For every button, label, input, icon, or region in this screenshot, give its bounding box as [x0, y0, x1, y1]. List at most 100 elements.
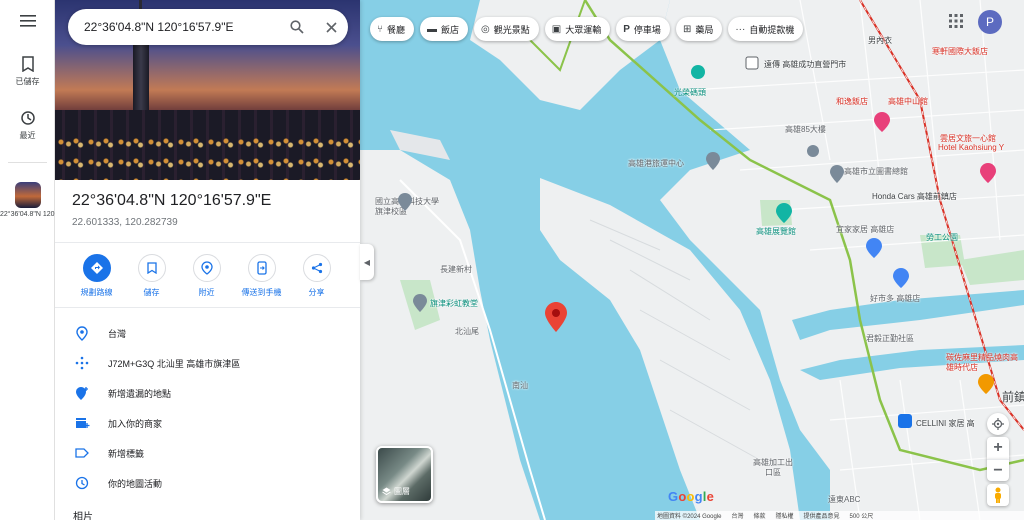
- map-label[interactable]: 高雄展覽館: [756, 226, 796, 237]
- my-location-button[interactable]: [987, 413, 1009, 435]
- hotel-icon: ▬: [427, 23, 438, 35]
- map-label[interactable]: 長建新村: [440, 264, 472, 275]
- rail-divider: [8, 162, 47, 163]
- scale-label[interactable]: 500 公尺: [850, 511, 874, 520]
- place-info-list: 台灣 J72M+G3Q 北汕里 高雄市旗津區 新增遺漏的地點 加入你的商家 新增…: [55, 318, 360, 498]
- search-input[interactable]: 22°36'04.8"N 120°16'57.9"E: [84, 20, 280, 34]
- attraction-icon[interactable]: [690, 64, 706, 80]
- store-icon[interactable]: [745, 56, 759, 70]
- info-row-plus-code[interactable]: J72M+G3Q 北汕里 高雄市旗津區: [55, 348, 360, 378]
- chip-atm[interactable]: ··· 自動提款機: [728, 17, 804, 41]
- restaurant-pin-icon[interactable]: [978, 374, 994, 394]
- search-button[interactable]: [280, 20, 314, 34]
- collapse-panel-button[interactable]: ◀: [360, 244, 374, 280]
- clear-search-button[interactable]: [314, 21, 348, 33]
- map-label[interactable]: 君毅正勤社區: [866, 333, 914, 344]
- camera-icon: ◎: [481, 23, 490, 35]
- search-box[interactable]: 22°36'04.8"N 120°16'57.9"E: [68, 9, 348, 45]
- label-icon: [73, 448, 91, 458]
- map-label[interactable]: 遠東ABC: [828, 494, 860, 505]
- bookmark-icon: [21, 56, 34, 72]
- map-label[interactable]: 寒軒國際大飯店: [932, 46, 988, 57]
- pegman-button[interactable]: [987, 484, 1009, 506]
- map-label[interactable]: 北汕尾: [455, 326, 479, 337]
- place-decimal-coords: 22.601333, 120.282739: [72, 217, 178, 228]
- map-label[interactable]: 勞工公園: [926, 232, 958, 243]
- chip-hotels[interactable]: ▬ 飯店: [420, 17, 469, 41]
- apps-grid-button[interactable]: [949, 14, 963, 33]
- region-link[interactable]: 台灣: [731, 511, 743, 520]
- map-label[interactable]: 和逸飯店: [836, 96, 868, 107]
- feedback-link[interactable]: 提供產品意見: [804, 511, 840, 520]
- landmark-icon[interactable]: [806, 144, 820, 158]
- more-icon: ···: [735, 23, 746, 35]
- info-row-add-business[interactable]: 加入你的商家: [55, 408, 360, 438]
- save-button[interactable]: 儲存: [124, 254, 179, 298]
- directions-button[interactable]: 規劃路線: [69, 254, 124, 298]
- map-label[interactable]: Hotel Kaohsiung Y: [938, 143, 1004, 152]
- map-label[interactable]: CELLINI 家居 高: [916, 418, 975, 429]
- zoom-out-button[interactable]: −: [987, 459, 1009, 481]
- terms-link[interactable]: 條款: [753, 511, 765, 520]
- dropped-pin-icon[interactable]: [545, 302, 567, 332]
- store-icon[interactable]: [897, 413, 913, 429]
- info-row-address[interactable]: 台灣: [55, 318, 360, 348]
- zoom-in-button[interactable]: +: [987, 437, 1009, 459]
- rail-recent-button[interactable]: 最近: [0, 110, 55, 141]
- map-label[interactable]: 光榮碼頭: [674, 87, 706, 98]
- menu-button[interactable]: [0, 14, 55, 28]
- place-panel: 22°36'04.8"N 120°16'57.9"E 22.601333, 12…: [55, 0, 360, 520]
- layers-button[interactable]: 圖層: [376, 446, 433, 503]
- map-label[interactable]: 高雄中山館: [888, 96, 928, 107]
- parking-icon: P: [623, 23, 630, 35]
- map-label[interactable]: 旗津彩虹教堂: [430, 298, 478, 309]
- hotel-pin-icon[interactable]: [874, 112, 890, 132]
- chip-parking[interactable]: P 停車場: [616, 17, 670, 41]
- add-business-icon: [73, 417, 91, 430]
- info-row-activity[interactable]: 你的地圖活動: [55, 468, 360, 498]
- map-label[interactable]: 南汕: [512, 380, 528, 391]
- chip-transit[interactable]: ▣ 大眾運輸: [544, 17, 611, 41]
- map-label[interactable]: 好市多 高雄店: [870, 293, 920, 304]
- map-label[interactable]: Honda Cars 高雄前鎮店: [872, 191, 957, 202]
- info-row-text: 加入你的商家: [108, 418, 163, 429]
- add-place-icon: [73, 386, 91, 401]
- divider: [55, 242, 360, 243]
- account-avatar[interactable]: P: [978, 10, 1002, 34]
- chip-restaurants[interactable]: ⑂ 餐廳: [370, 17, 415, 41]
- privacy-link[interactable]: 隱私權: [775, 511, 793, 520]
- recent-place-thumb[interactable]: 22°36'04.8"N 120°16'57.9"E: [0, 182, 55, 220]
- shopping-pin-icon[interactable]: [893, 268, 909, 288]
- action-label: 傳送到手機: [241, 288, 282, 297]
- map-label[interactable]: 高雄85大樓: [785, 124, 826, 135]
- map-label[interactable]: 宜家家居 高雄店: [836, 224, 894, 235]
- map-label[interactable]: 碳佐麻里精品燒肉高雄時代店: [946, 353, 1021, 373]
- rail-saved-button[interactable]: 已儲存: [0, 56, 55, 87]
- place-pin-icon[interactable]: [413, 294, 427, 312]
- place-pin-icon[interactable]: [706, 152, 720, 170]
- nearby-icon: [192, 254, 221, 282]
- share-button[interactable]: 分享: [289, 254, 344, 298]
- chip-attractions[interactable]: ◎ 觀光景點: [474, 17, 539, 41]
- info-row-text: 你的地圖活動: [108, 478, 163, 489]
- map-label[interactable]: 高雄港旅運中心: [628, 158, 684, 169]
- map-footer: 地圖資料 ©2024 Google 台灣 條款 隱私權 提供產品意見 500 公…: [655, 511, 1024, 520]
- map-label[interactable]: 前鎮: [1002, 388, 1024, 405]
- map-label[interactable]: 遠傳 高雄成功直營門市: [764, 59, 846, 70]
- map-label[interactable]: 男內衣: [868, 35, 892, 46]
- shopping-pin-icon[interactable]: [866, 238, 882, 258]
- info-row-add-place[interactable]: 新增遺漏的地點: [55, 378, 360, 408]
- hotel-pin-icon[interactable]: [980, 163, 996, 183]
- map-data-credit[interactable]: 地圖資料 ©2024 Google: [657, 511, 721, 520]
- map-label[interactable]: 高雄市立圖書總館: [844, 166, 908, 177]
- info-row-text: 新增遺漏的地點: [108, 388, 172, 399]
- send-to-phone-button[interactable]: 傳送到手機: [234, 254, 289, 298]
- place-pin-icon[interactable]: [830, 165, 844, 183]
- transit-icon: ▣: [551, 23, 562, 35]
- attraction-pin-icon[interactable]: [776, 203, 792, 223]
- place-pin-icon[interactable]: [398, 193, 412, 211]
- map-label[interactable]: 高雄加工出口區: [752, 458, 794, 478]
- nearby-button[interactable]: 附近: [179, 254, 234, 298]
- info-row-add-label[interactable]: 新增標籤: [55, 438, 360, 468]
- chip-pharmacy[interactable]: ⊞ 藥局: [675, 17, 723, 41]
